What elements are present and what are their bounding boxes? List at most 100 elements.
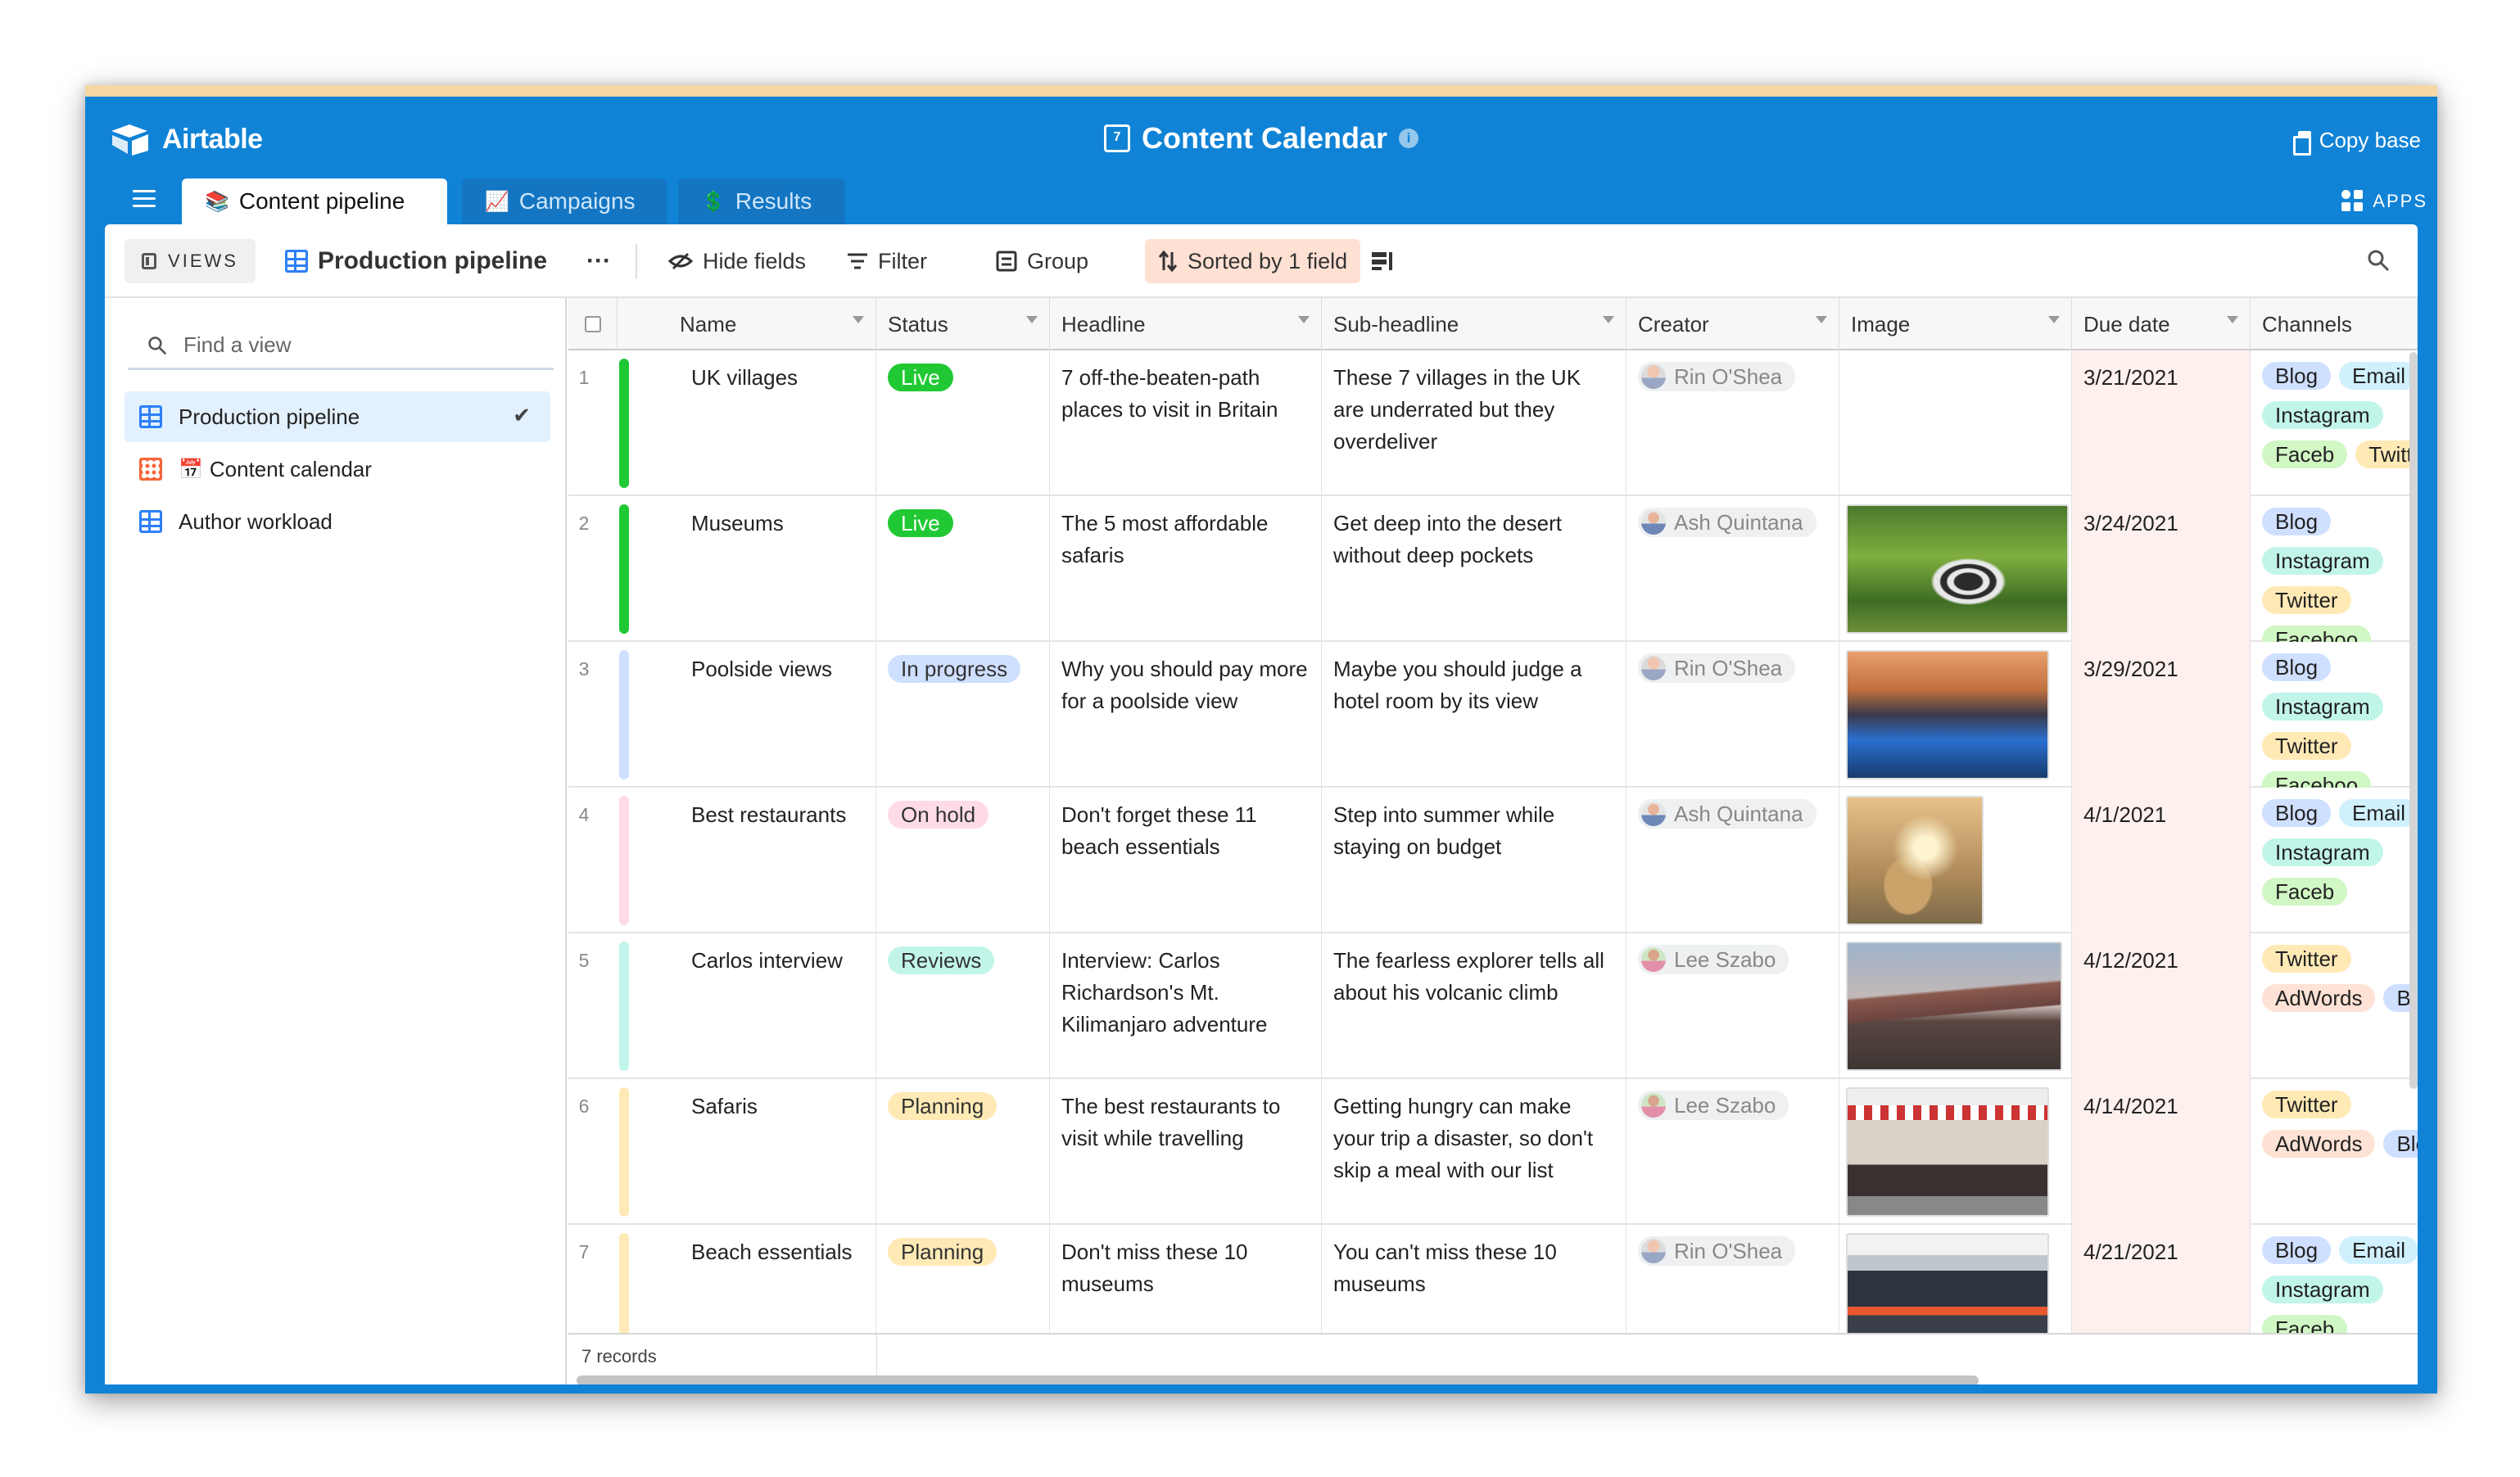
sub-headline-cell[interactable]: Maybe you should judge a hotel room by i…	[1322, 642, 1626, 788]
status-cell[interactable]: On hold	[876, 788, 1050, 933]
views-toggle-button[interactable]: VIEWS	[124, 239, 256, 283]
sub-headline-cell[interactable]: Get deep into the desert without deep po…	[1322, 496, 1626, 642]
table-row[interactable]: 6 Safaris Planning The best restaurants to …	[568, 1079, 2418, 1225]
tab-results[interactable]: 💲 Results	[678, 178, 845, 224]
chevron-down-icon[interactable]	[2227, 316, 2238, 323]
channels-cell[interactable]: Blog Email Instagram Faceb	[2251, 788, 2418, 933]
attachment-thumbnail[interactable]	[1846, 1087, 2049, 1217]
attachment-thumbnail[interactable]	[1846, 796, 1984, 925]
table-row[interactable]: 5 Carlos interview Reviews Interview: Carlo…	[568, 933, 2418, 1079]
record-name[interactable]: Beach essentials	[691, 1236, 853, 1268]
attachment-thumbnail[interactable]	[1846, 1233, 2049, 1339]
sidebar-item-content-calendar[interactable]: 📅 Content calendar	[124, 444, 550, 495]
vertical-scrollbar[interactable]	[2409, 352, 2418, 1089]
info-icon[interactable]: i	[1399, 129, 1419, 148]
column-header-image[interactable]: Image	[1839, 298, 2072, 350]
apps-button[interactable]: APPS	[2341, 190, 2427, 213]
column-header-status[interactable]: Status	[876, 298, 1050, 350]
record-name[interactable]: UK villages	[691, 362, 798, 394]
sidebar-item-author-workload[interactable]: Author workload	[124, 496, 550, 547]
filter-button[interactable]: Filter	[847, 239, 927, 283]
creator-cell[interactable]: Ash Quintana	[1626, 496, 1839, 642]
image-cell[interactable]	[1839, 496, 2072, 642]
creator-cell[interactable]: Lee Szabo	[1626, 1079, 1839, 1225]
sidebar-item-production-pipeline[interactable]: Production pipeline ✔	[124, 391, 550, 442]
channels-cell[interactable]: BlogEmail Instagram FacebTwitter	[2251, 350, 2418, 496]
status-cell[interactable]: Reviews	[876, 933, 1050, 1079]
row-height-button[interactable]	[1371, 239, 1394, 283]
view-more-button[interactable]: ···	[586, 239, 611, 283]
due-date-cell[interactable]: 3/21/2021	[2072, 350, 2251, 496]
headline-cell[interactable]: Interview: Carlos Richardson's Mt. Kilim…	[1050, 933, 1322, 1079]
headline-cell[interactable]: The 5 most affordable safaris	[1050, 496, 1322, 642]
record-name[interactable]: Safaris	[691, 1091, 758, 1122]
view-switcher[interactable]: Production pipeline	[285, 239, 547, 283]
horizontal-scrollbar[interactable]	[577, 1375, 1979, 1384]
chevron-down-icon[interactable]	[1298, 316, 1310, 323]
sort-button[interactable]: Sorted by 1 field	[1145, 239, 1361, 283]
column-header-sub[interactable]: Sub-headline	[1322, 298, 1626, 350]
headline-cell[interactable]: The best restaurants to visit while trav…	[1050, 1079, 1322, 1225]
hide-fields-button[interactable]: Hide fields	[668, 239, 806, 283]
hamburger-menu-icon[interactable]	[133, 190, 156, 208]
column-header-creator[interactable]: Creator	[1626, 298, 1839, 350]
channels-cell[interactable]: TwitterAdWordsBlog	[2251, 1079, 2418, 1225]
record-name[interactable]: Carlos interview	[691, 945, 843, 977]
select-all-checkbox[interactable]	[585, 316, 601, 332]
due-date-cell[interactable]: 3/29/2021	[2072, 642, 2251, 788]
find-view-input[interactable]: Find a view	[128, 323, 554, 370]
creator-cell[interactable]: Ash Quintana	[1626, 788, 1839, 933]
image-cell[interactable]	[1839, 350, 2072, 496]
headline-cell[interactable]: Don't forget these 11 beach essentials	[1050, 788, 1322, 933]
table-row[interactable]: 1 UK villages Live 7 off-the-beaten-path pl…	[568, 350, 2418, 496]
due-date-cell[interactable]: 4/1/2021	[2072, 788, 2251, 933]
due-date-cell[interactable]: 4/12/2021	[2072, 933, 2251, 1079]
chevron-down-icon[interactable]	[853, 316, 864, 323]
column-header-channels[interactable]: Channels	[2251, 298, 2418, 350]
attachment-thumbnail[interactable]	[1846, 650, 2049, 779]
tab-content-pipeline[interactable]: 📚 Content pipeline	[182, 178, 447, 224]
creator-cell[interactable]: Lee Szabo	[1626, 933, 1839, 1079]
attachment-thumbnail[interactable]	[1846, 942, 2062, 1071]
group-button[interactable]: Group	[996, 239, 1088, 283]
base-title[interactable]: Content Calendar	[1142, 121, 1387, 156]
headline-cell[interactable]: 7 off-the-beaten-path places to visit in…	[1050, 350, 1322, 496]
chevron-down-icon[interactable]	[2048, 316, 2060, 323]
due-date-cell[interactable]: 4/14/2021	[2072, 1079, 2251, 1225]
tab-campaigns[interactable]: 📈 Campaigns	[462, 178, 667, 224]
headline-cell[interactable]: Why you should pay more for a poolside v…	[1050, 642, 1322, 788]
chevron-down-icon[interactable]	[1816, 316, 1827, 323]
creator-cell[interactable]: Rin O'Shea	[1626, 350, 1839, 496]
record-name[interactable]: Museums	[691, 508, 784, 540]
column-header-name[interactable]: Name	[618, 298, 876, 350]
column-header-due[interactable]: Due date	[2072, 298, 2251, 350]
due-date-cell[interactable]: 3/24/2021	[2072, 496, 2251, 642]
attachment-thumbnail[interactable]	[1846, 504, 2069, 634]
channels-cell[interactable]: TwitterAdWordsBlog	[2251, 933, 2418, 1079]
copy-base-button[interactable]: Copy base	[2292, 128, 2421, 156]
chevron-down-icon[interactable]	[1026, 316, 1038, 323]
image-cell[interactable]	[1839, 788, 2072, 933]
table-row[interactable]: 4 Best restaurants On hold Don't forget the…	[568, 788, 2418, 933]
table-row[interactable]: 3 Poolside views In progress Why you should…	[568, 642, 2418, 788]
sub-headline-cell[interactable]: The fearless explorer tells all about hi…	[1322, 933, 1626, 1079]
status-cell[interactable]: Live	[876, 350, 1050, 496]
record-name[interactable]: Poolside views	[691, 653, 832, 685]
sub-headline-cell[interactable]: These 7 villages in the UK are underrate…	[1322, 350, 1626, 496]
image-cell[interactable]	[1839, 1079, 2072, 1225]
image-cell[interactable]	[1839, 642, 2072, 788]
creator-cell[interactable]: Rin O'Shea	[1626, 642, 1839, 788]
channels-cell[interactable]: Blog Instagram Twitter Faceboo	[2251, 642, 2418, 788]
search-icon[interactable]	[2367, 249, 2390, 272]
image-cell[interactable]	[1839, 933, 2072, 1079]
status-cell[interactable]: In progress	[876, 642, 1050, 788]
chevron-down-icon[interactable]	[1603, 316, 1614, 323]
status-cell[interactable]: Live	[876, 496, 1050, 642]
channels-cell[interactable]: Blog Instagram Twitter Faceboo	[2251, 496, 2418, 642]
sub-headline-cell[interactable]: Step into summer while staying on budget	[1322, 788, 1626, 933]
table-row[interactable]: 2 Museums Live The 5 most affordable safari…	[568, 496, 2418, 642]
sub-headline-cell[interactable]: Getting hungry can make your trip a disa…	[1322, 1079, 1626, 1225]
record-name[interactable]: Best restaurants	[691, 799, 846, 831]
status-cell[interactable]: Planning	[876, 1079, 1050, 1225]
column-header-headline[interactable]: Headline	[1050, 298, 1322, 350]
